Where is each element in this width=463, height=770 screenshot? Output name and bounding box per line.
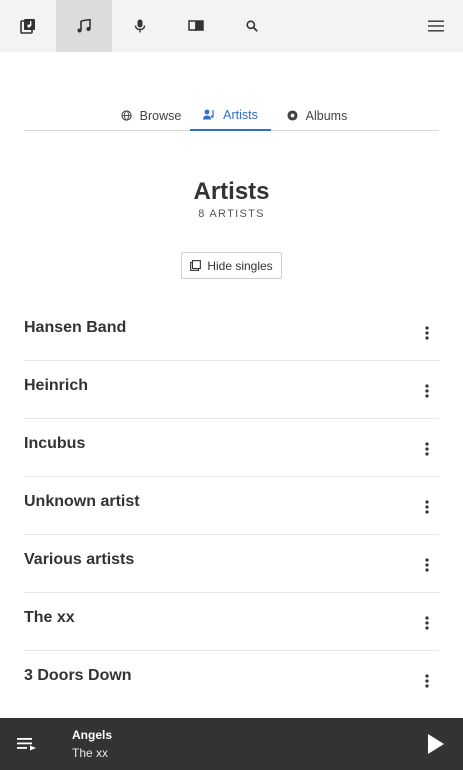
music-note-icon [77, 19, 91, 33]
nav-search-button[interactable] [224, 0, 280, 52]
artist-count: 8 ARTISTS [198, 208, 265, 220]
nav-audiobooks-button[interactable] [168, 0, 224, 52]
track-artist[interactable]: The xx [72, 746, 108, 760]
play-icon [428, 734, 444, 754]
more-vertical-icon [425, 674, 429, 688]
play-button[interactable] [422, 730, 450, 758]
artist-name[interactable]: 3 Doors Down [24, 667, 132, 685]
more-options-button[interactable] [419, 611, 435, 635]
more-options-button[interactable] [419, 495, 435, 519]
more-options-button[interactable] [419, 321, 435, 345]
more-vertical-icon [425, 500, 429, 514]
list-item[interactable]: Various artists [24, 535, 439, 593]
tab-albums[interactable]: Albums [277, 100, 357, 131]
now-playing-bar: Angels The xx [0, 718, 463, 770]
book-icon [188, 20, 204, 32]
queue-icon [17, 738, 36, 751]
artist-name[interactable]: Heinrich [24, 377, 88, 395]
page-title: Artists [193, 178, 270, 205]
disc-icon [287, 110, 298, 121]
top-navigation-bar [0, 0, 463, 52]
tab-artists[interactable]: Artists [190, 100, 271, 131]
queue-button[interactable] [14, 732, 42, 756]
more-vertical-icon [425, 442, 429, 456]
more-vertical-icon [425, 384, 429, 398]
list-item[interactable]: Heinrich [24, 361, 439, 419]
artist-name[interactable]: Hansen Band [24, 319, 126, 337]
more-options-button[interactable] [419, 437, 435, 461]
more-options-button[interactable] [419, 669, 435, 693]
nav-music-button[interactable] [56, 0, 112, 52]
artist-name[interactable]: The xx [24, 609, 75, 627]
list-item[interactable]: Incubus [24, 419, 439, 477]
hide-singles-button[interactable]: Hide singles [181, 252, 282, 279]
list-item[interactable]: Hansen Band [24, 303, 439, 361]
list-item[interactable]: The xx [24, 593, 439, 651]
microphone-icon [134, 19, 146, 33]
hide-singles-label: Hide singles [207, 258, 273, 273]
more-vertical-icon [425, 616, 429, 630]
tab-browse-label: Browse [139, 108, 182, 123]
track-title[interactable]: Angels [72, 728, 112, 742]
hamburger-menu-icon [428, 20, 444, 32]
search-icon [246, 20, 258, 32]
tab-albums-label: Albums [305, 108, 348, 123]
nav-library-button[interactable] [0, 0, 56, 52]
artist-list: Hansen Band Heinrich Incubus Unknown art… [24, 303, 439, 709]
artist-name[interactable]: Incubus [24, 435, 85, 453]
artist-name[interactable]: Unknown artist [24, 493, 140, 511]
more-vertical-icon [425, 326, 429, 340]
artist-name[interactable]: Various artists [24, 551, 134, 569]
albums-stack-icon [190, 260, 202, 271]
tab-browse[interactable]: Browse [112, 100, 190, 131]
artist-icon [203, 109, 214, 120]
list-item[interactable]: Unknown artist [24, 477, 439, 535]
list-item[interactable]: 3 Doors Down [24, 651, 439, 709]
more-vertical-icon [425, 558, 429, 572]
more-options-button[interactable] [419, 553, 435, 577]
library-icon [20, 19, 35, 34]
more-options-button[interactable] [419, 379, 435, 403]
globe-icon [121, 110, 132, 121]
view-tabs: Browse Artists Albums [24, 100, 439, 131]
tab-artists-label: Artists [223, 107, 258, 122]
menu-button[interactable] [409, 0, 463, 52]
nav-podcast-button[interactable] [112, 0, 168, 52]
